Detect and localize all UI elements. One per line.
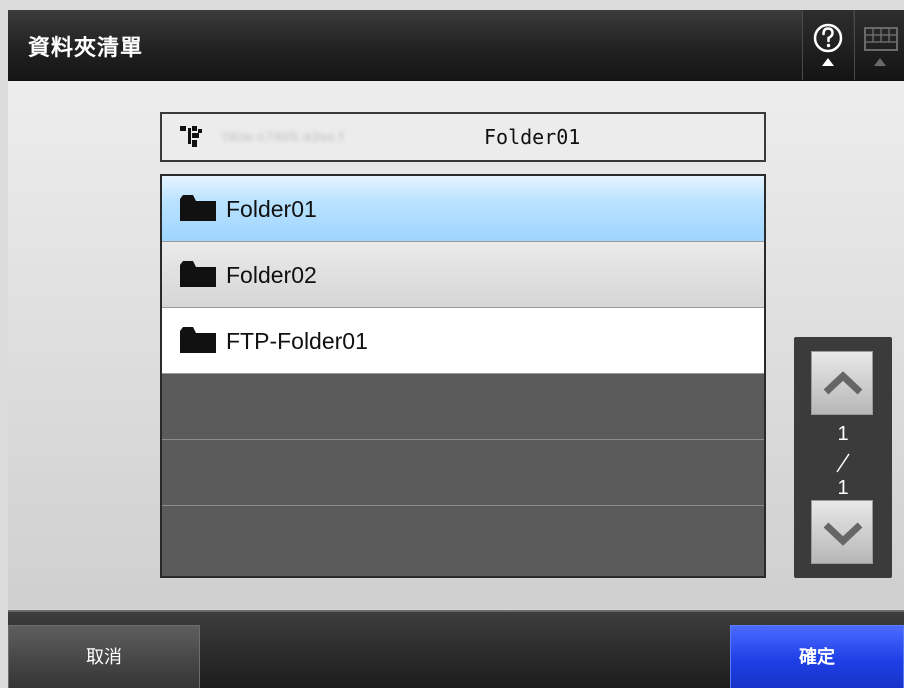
- page-up-button[interactable]: [811, 351, 873, 415]
- folder-row-label: Folder02: [226, 262, 317, 288]
- footer-bar: 取消 確定: [8, 610, 904, 688]
- help-button[interactable]: [802, 10, 853, 80]
- page-down-button[interactable]: [811, 500, 873, 564]
- folder-row-folder01[interactable]: Folder01: [162, 176, 764, 242]
- folder-row-ftp-folder01[interactable]: FTP-Folder01: [162, 308, 764, 374]
- cancel-button[interactable]: 取消: [8, 625, 200, 688]
- folder-tree-icon: [180, 126, 202, 147]
- current-folder-name: Folder01: [484, 125, 581, 149]
- folder-list: Folder01 Folder02 FTP-Folder01: [160, 174, 766, 578]
- pager: 1 1: [794, 337, 892, 578]
- folder-icon: [180, 195, 216, 221]
- keyboard-icon: [864, 27, 898, 66]
- server-address: \\kiw-c7405.a3ss.f: [222, 129, 345, 144]
- chevron-down-icon: [823, 522, 863, 546]
- empty-row: [162, 506, 764, 576]
- folder-row-label: Folder01: [226, 196, 317, 222]
- folder-row-label: FTP-Folder01: [226, 328, 368, 354]
- total-pages: 1: [837, 477, 849, 499]
- chevron-up-icon: [823, 371, 863, 395]
- folder-row-folder02[interactable]: Folder02: [162, 242, 764, 308]
- header-bar: 資料夾清單: [8, 10, 904, 81]
- question-circle-icon: [813, 23, 843, 66]
- current-path-bar: \\kiw-c7405.a3ss.f Folder01: [160, 112, 766, 162]
- folder-icon: [180, 327, 216, 353]
- empty-row: [162, 374, 764, 440]
- page-separator: [836, 453, 850, 473]
- folder-list-screen: 資料夾清單 \\kiw-c7405.a3ss.f Folder01 Folder…: [8, 10, 904, 688]
- current-page: 1: [837, 423, 849, 445]
- empty-row: [162, 440, 764, 506]
- keyboard-button[interactable]: [854, 10, 904, 80]
- main-area: \\kiw-c7405.a3ss.f Folder01 Folder01 Fol…: [8, 81, 904, 609]
- folder-icon: [180, 261, 216, 287]
- ok-button[interactable]: 確定: [730, 625, 904, 688]
- page-title: 資料夾清單: [28, 36, 144, 61]
